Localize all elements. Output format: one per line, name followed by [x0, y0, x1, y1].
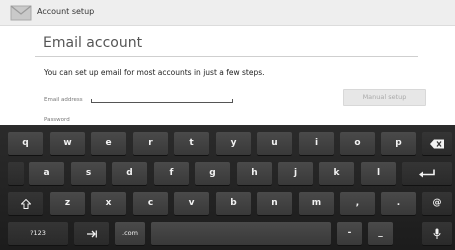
shift-key[interactable]	[8, 192, 43, 215]
shift-icon	[20, 198, 31, 209]
key-at[interactable]: @	[422, 192, 452, 215]
key-x[interactable]: x	[91, 192, 126, 215]
title-divider	[35, 56, 418, 57]
manual-setup-button[interactable]: Manual setup	[343, 89, 426, 106]
key-j[interactable]: j	[278, 162, 313, 185]
key-f[interactable]: f	[154, 162, 189, 185]
setup-description: You can set up email for most accounts i…	[44, 68, 265, 77]
enter-key[interactable]	[402, 162, 452, 185]
key-s[interactable]: s	[71, 162, 106, 185]
tab-icon	[86, 230, 97, 237]
key-t[interactable]: t	[174, 132, 209, 155]
key-e[interactable]: e	[91, 132, 126, 155]
numbers-symbols-key[interactable]: ?123	[8, 222, 68, 245]
key-underscore[interactable]: _	[368, 222, 393, 245]
key-d[interactable]: d	[112, 162, 147, 185]
tab-key[interactable]	[74, 222, 109, 245]
key-u[interactable]: u	[257, 132, 292, 155]
email-app-icon	[10, 5, 32, 21]
action-bar: Account setup	[0, 0, 455, 26]
key-n[interactable]: n	[257, 192, 292, 215]
key-y[interactable]: y	[216, 132, 251, 155]
enter-icon	[419, 169, 435, 177]
mic-icon	[433, 228, 441, 239]
password-label: Password	[44, 117, 70, 123]
dot-com-key[interactable]: .com	[115, 222, 145, 245]
backspace-icon	[430, 139, 444, 148]
key-q[interactable]: q	[8, 132, 43, 155]
key-b[interactable]: b	[216, 192, 251, 215]
email-field-underline	[91, 99, 233, 103]
voice-input-key[interactable]	[422, 222, 452, 245]
key-comma[interactable]: ,	[340, 192, 375, 215]
key-z[interactable]: z	[50, 192, 85, 215]
key-p[interactable]: p	[381, 132, 416, 155]
space-key[interactable]	[151, 222, 331, 245]
action-bar-title: Account setup	[37, 7, 95, 16]
key-a[interactable]: a	[29, 162, 64, 185]
key-c[interactable]: c	[133, 192, 168, 215]
row2-left-spacer	[8, 162, 24, 185]
key-period[interactable]: .	[381, 192, 416, 215]
backspace-key[interactable]	[422, 132, 452, 155]
key-dash[interactable]: -	[337, 222, 362, 245]
key-v[interactable]: v	[174, 192, 209, 215]
key-w[interactable]: w	[50, 132, 85, 155]
key-l[interactable]: l	[361, 162, 396, 185]
key-h[interactable]: h	[237, 162, 272, 185]
key-m[interactable]: m	[299, 192, 334, 215]
key-r[interactable]: r	[133, 132, 168, 155]
key-i[interactable]: i	[299, 132, 334, 155]
key-o[interactable]: o	[340, 132, 375, 155]
email-address-label: Email address	[44, 97, 83, 103]
soft-keyboard: q w e r t y u i o p a s d f g h j k l z …	[0, 125, 455, 250]
key-k[interactable]: k	[319, 162, 354, 185]
page-title: Email account	[43, 35, 143, 51]
key-g[interactable]: g	[195, 162, 230, 185]
